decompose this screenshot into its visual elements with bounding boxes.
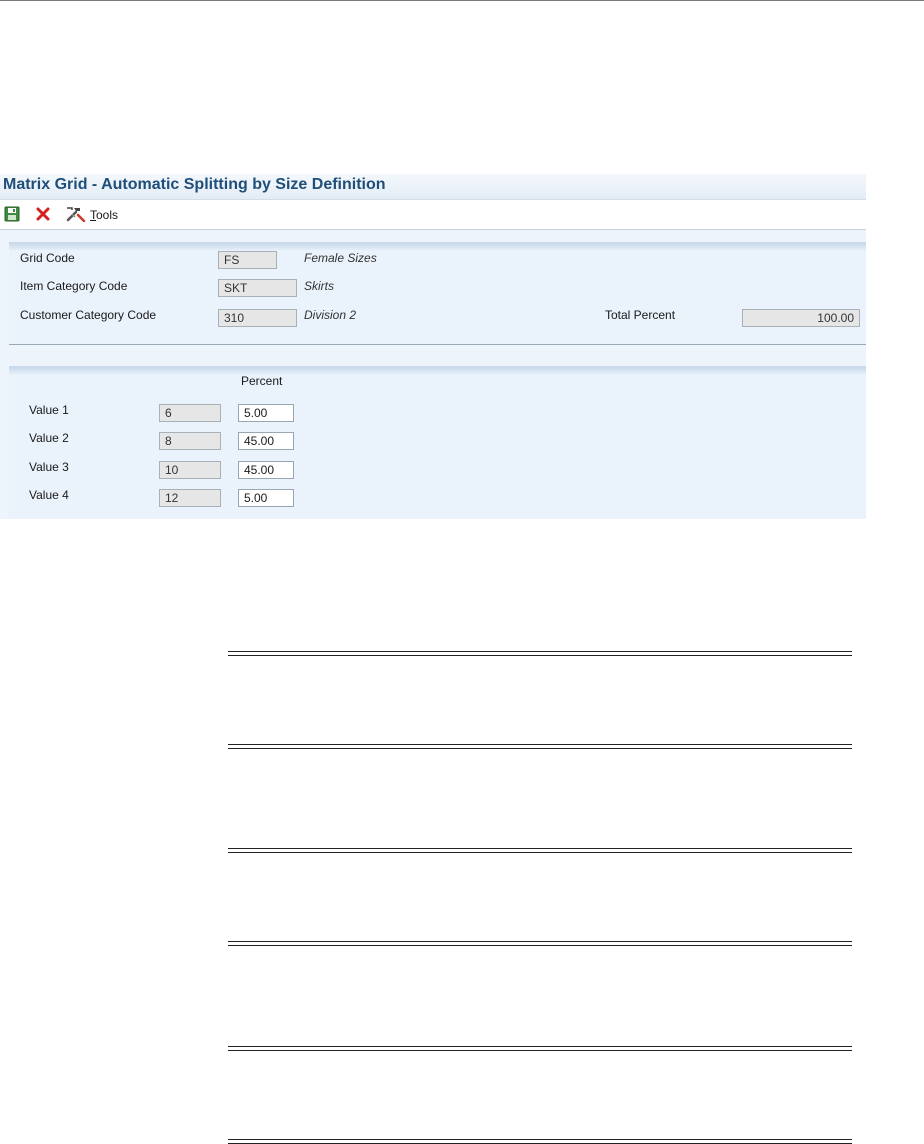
window-title: Matrix Grid - Automatic Splitting by Siz… <box>3 176 386 193</box>
value-row-label: Value 4 <box>29 488 69 502</box>
values-panel-bar <box>9 366 866 374</box>
values-panel: Percent Value 1 6 5.00 Value 2 8 45.00 V… <box>9 366 866 518</box>
grid-code-description: Female Sizes <box>304 251 377 265</box>
document-rule <box>228 941 852 946</box>
value-size-field: 8 <box>159 432 221 450</box>
document-rule <box>228 651 852 656</box>
document-rule <box>228 1046 852 1051</box>
value-size-field: 10 <box>159 461 221 479</box>
document-rule <box>228 744 852 749</box>
page-top-rule <box>0 0 924 1</box>
document-rule <box>228 848 852 853</box>
grid-code-label: Grid Code <box>20 251 75 265</box>
value-row-label: Value 3 <box>29 460 69 474</box>
value-percent-input[interactable]: 45.00 <box>238 432 294 450</box>
grid-code-field: FS <box>218 251 277 269</box>
title-bar: Matrix Grid - Automatic Splitting by Siz… <box>0 174 866 200</box>
save-icon[interactable] <box>4 206 20 222</box>
document-rule <box>228 1139 852 1144</box>
item-category-field: SKT <box>218 279 297 297</box>
tools-icon[interactable] <box>66 206 86 223</box>
percent-column-header: Percent <box>241 374 283 388</box>
item-category-label: Item Category Code <box>20 279 128 293</box>
value-percent-input[interactable]: 45.00 <box>238 461 294 479</box>
close-icon[interactable] <box>35 206 51 222</box>
value-size-field: 6 <box>159 404 221 422</box>
value-row-label: Value 2 <box>29 431 69 445</box>
customer-category-label: Customer Category Code <box>20 308 157 322</box>
total-percent-label: Total Percent <box>605 308 676 322</box>
value-percent-input[interactable]: 5.00 <box>238 489 294 507</box>
value-percent-input[interactable]: 5.00 <box>238 404 294 422</box>
customer-category-description: Division 2 <box>304 308 357 322</box>
header-panel: Grid Code FS Female Sizes Item Category … <box>9 242 866 345</box>
total-percent-field: 100.00 <box>742 309 860 327</box>
item-category-description: Skirts <box>304 279 334 293</box>
value-row-label: Value 1 <box>29 403 69 417</box>
tools-menu[interactable]: Tools <box>90 208 118 222</box>
toolbar: Tools <box>0 200 866 230</box>
tools-label-rest: ools <box>96 208 119 222</box>
customer-category-field: 310 <box>218 309 297 327</box>
value-size-field: 12 <box>159 489 221 507</box>
header-panel-bar <box>9 242 866 250</box>
